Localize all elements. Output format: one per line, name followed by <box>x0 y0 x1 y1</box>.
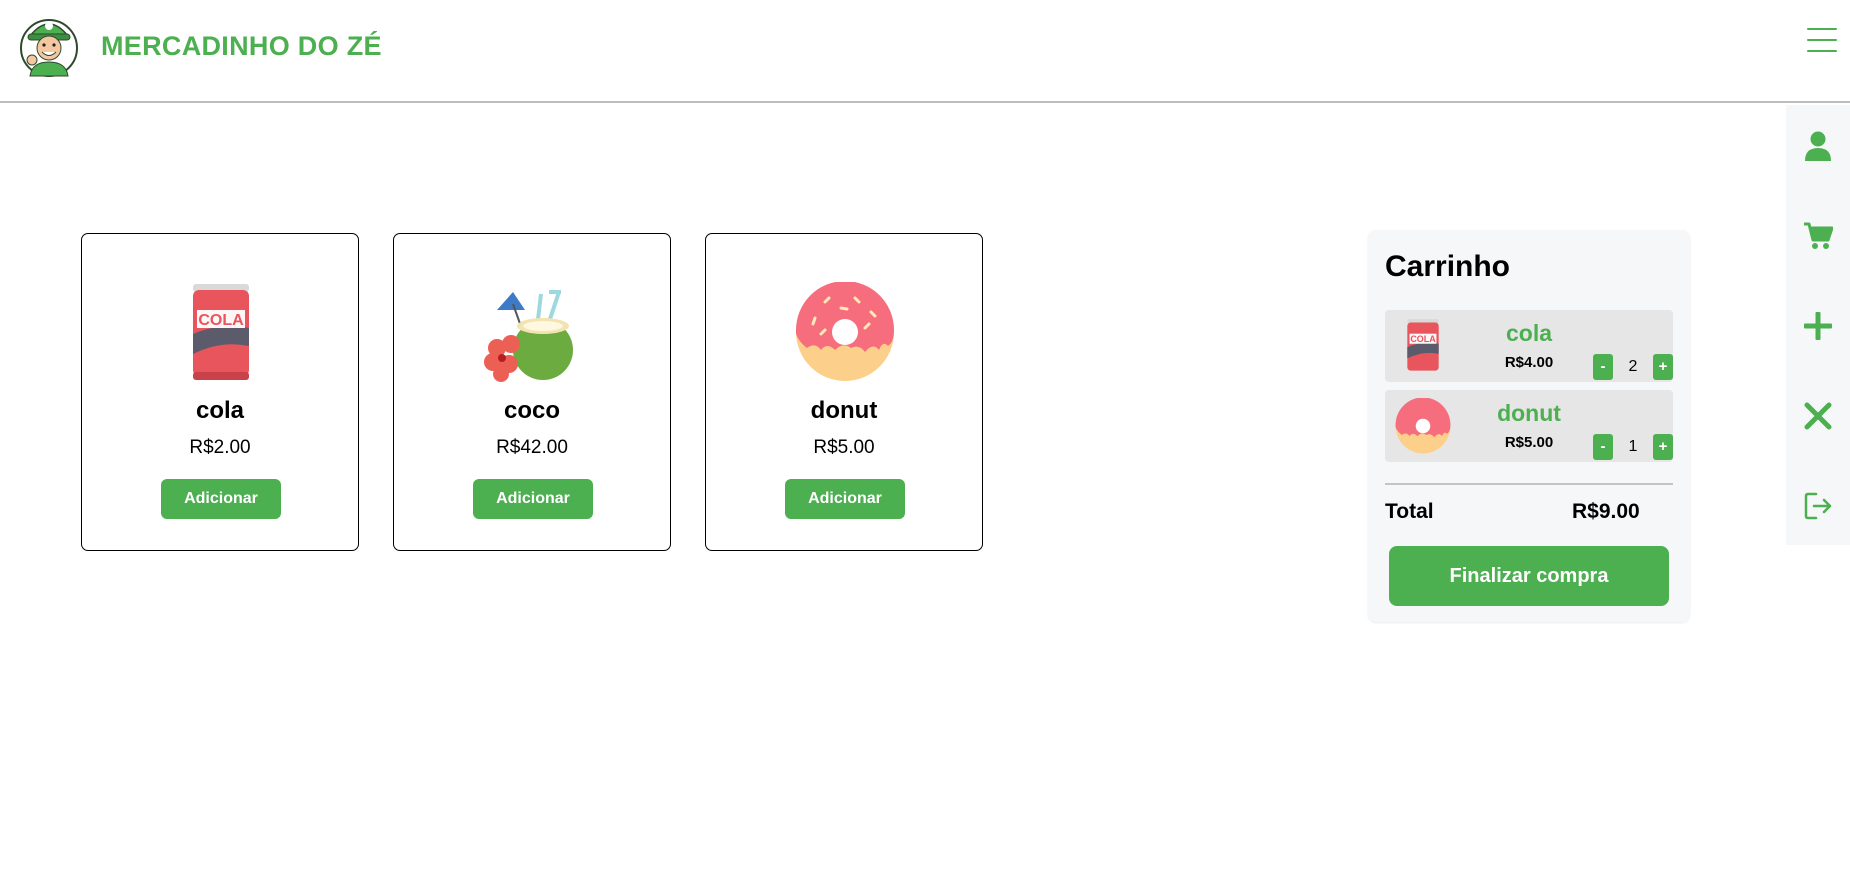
total-value: R$9.00 <box>1572 500 1640 523</box>
sidebar-item-logout[interactable] <box>1786 481 1850 531</box>
svg-text:COLA: COLA <box>1410 334 1436 344</box>
cola-can-icon: COLA <box>171 282 271 382</box>
user-icon <box>1805 131 1831 161</box>
product-card: COLA cola R$2.00 Adicionar <box>81 233 359 551</box>
sidebar-item-profile[interactable] <box>1786 121 1850 171</box>
decrease-quantity-button[interactable]: - <box>1593 354 1613 380</box>
product-price: R$42.00 <box>496 437 568 458</box>
sidebar-item-close[interactable] <box>1786 391 1850 441</box>
plus-icon <box>1804 312 1832 340</box>
sidebar <box>1786 105 1850 545</box>
checkout-button[interactable]: Finalizar compra <box>1389 546 1669 606</box>
cart-item-name: cola <box>1505 320 1553 346</box>
hamburger-menu-icon[interactable] <box>1807 28 1837 56</box>
sidebar-item-add[interactable] <box>1786 301 1850 351</box>
increase-quantity-button[interactable]: + <box>1653 434 1673 460</box>
sidebar-item-cart[interactable] <box>1786 211 1850 261</box>
cart-item: COLA cola R$4.00 - 2 + <box>1385 310 1673 382</box>
close-icon <box>1804 402 1832 430</box>
product-name: coco <box>503 397 560 424</box>
product-name: cola <box>195 397 245 424</box>
add-to-cart-button[interactable]: Adicionar <box>785 479 905 519</box>
grocer-mascot-logo[interactable] <box>18 10 80 78</box>
cola-can-icon: COLA <box>1395 318 1451 374</box>
cart-item-name: donut <box>1497 400 1561 426</box>
product-price: R$5.00 <box>813 437 875 458</box>
cart-title: Carrinho <box>1385 250 1511 283</box>
product-card: coco R$42.00 Adicionar <box>393 233 671 551</box>
donut-icon <box>795 281 895 382</box>
increase-quantity-button[interactable]: + <box>1653 354 1673 380</box>
product-card: donut R$5.00 Adicionar <box>705 233 983 551</box>
brand-title: MERCADINHO DO ZÉ <box>101 31 382 61</box>
header: MERCADINHO DO ZÉ <box>0 0 1850 103</box>
coconut-drink-icon <box>483 282 583 382</box>
cart-divider <box>1385 483 1673 485</box>
product-name: donut <box>810 397 878 424</box>
cart-item-price: R$4.00 <box>1504 354 1554 371</box>
decrease-quantity-button[interactable]: - <box>1593 434 1613 460</box>
add-to-cart-button[interactable]: Adicionar <box>161 479 281 519</box>
product-price: R$2.00 <box>189 437 251 458</box>
quantity-value[interactable]: 2 <box>1613 354 1653 380</box>
donut-icon <box>1395 397 1451 454</box>
svg-text:COLA: COLA <box>198 312 244 329</box>
cart-item: donut R$5.00 - 1 + <box>1385 390 1673 462</box>
cart-panel: Carrinho COLA cola R$4.00 - 2 + donut R$… <box>1368 230 1690 622</box>
cart-item-price: R$5.00 <box>1504 434 1554 451</box>
add-to-cart-button[interactable]: Adicionar <box>473 479 593 519</box>
quantity-value[interactable]: 1 <box>1613 434 1653 460</box>
cart-icon <box>1804 222 1833 249</box>
logout-icon <box>1804 492 1832 520</box>
total-label: Total <box>1385 500 1434 523</box>
